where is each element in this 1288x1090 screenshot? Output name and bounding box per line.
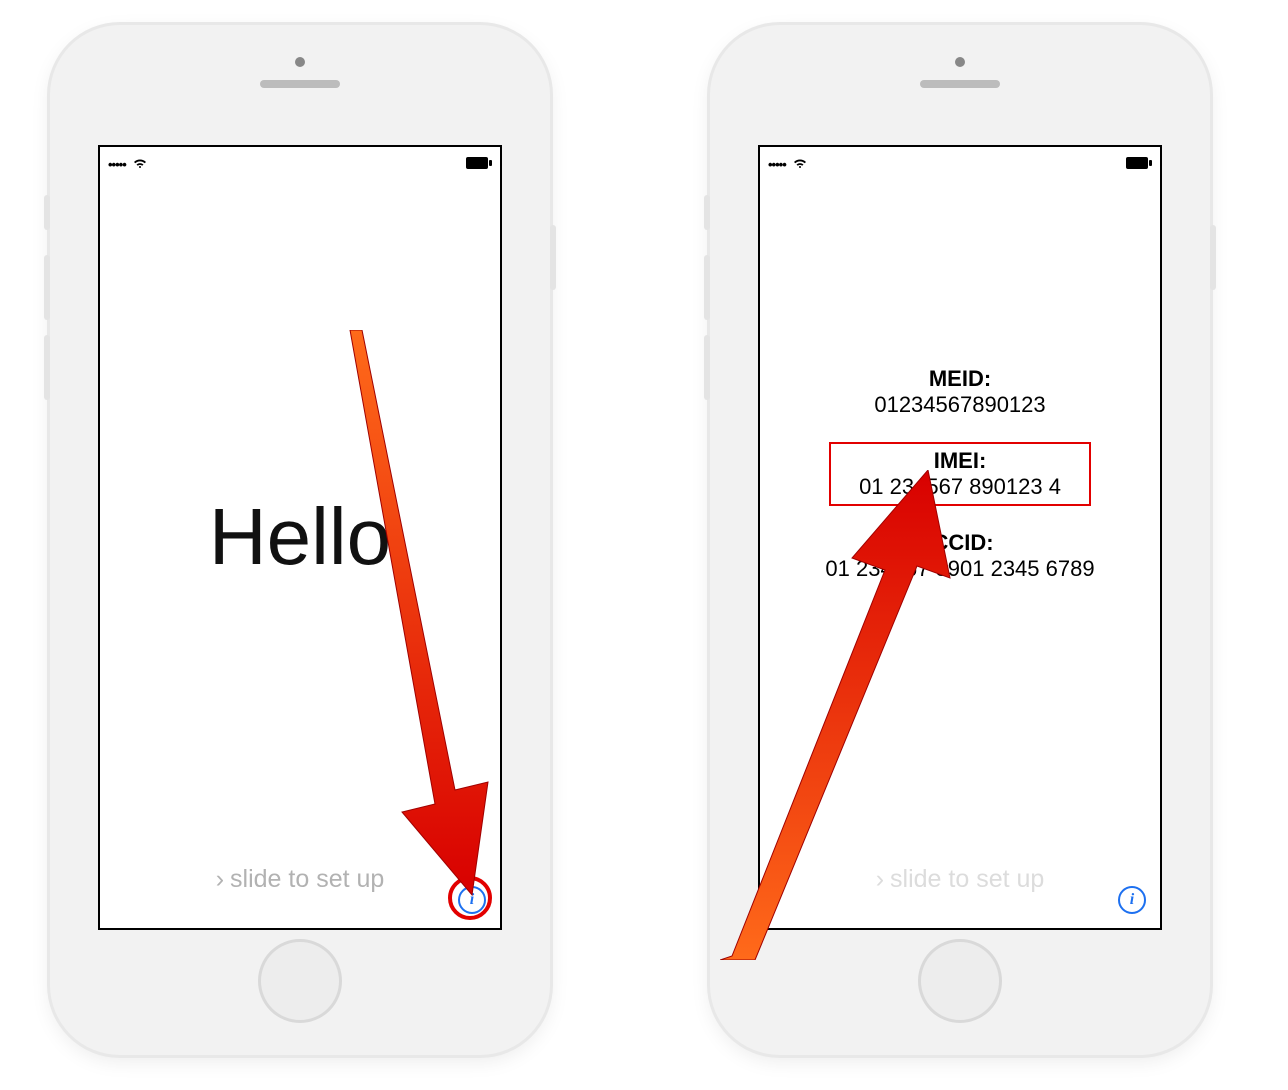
chevron-right-icon: › xyxy=(876,865,884,893)
screen-hello: ••••• Hello ›slide to set up i xyxy=(98,145,502,930)
imei-value: 01 234567 890123 4 xyxy=(859,474,1061,500)
meid-value: 01234567890123 xyxy=(760,392,1160,418)
status-bar: ••••• xyxy=(760,147,1160,177)
iccid-value: 01 234567 8901 2345 6789 xyxy=(760,556,1160,582)
home-button[interactable] xyxy=(918,939,1002,1023)
device-identifiers: MEID: 01234567890123 IMEI: 01 234567 890… xyxy=(760,366,1160,606)
front-camera-icon xyxy=(955,57,965,67)
battery-icon xyxy=(466,157,492,172)
power-button xyxy=(550,225,556,290)
wifi-icon xyxy=(793,157,807,172)
volume-up-button xyxy=(704,255,710,320)
cellular-signal-icon: ••••• xyxy=(768,157,807,172)
iccid-entry: ICCID: 01 234567 8901 2345 6789 xyxy=(760,530,1160,582)
mute-switch xyxy=(704,195,710,230)
battery-icon xyxy=(1126,157,1152,172)
earpiece-speaker xyxy=(260,80,340,88)
imei-label: IMEI: xyxy=(859,448,1061,474)
iphone-mockup-right: ••••• MEID: 01234567890123 xyxy=(710,25,1210,1055)
meid-label: MEID: xyxy=(760,366,1160,392)
power-button xyxy=(1210,225,1216,290)
home-button[interactable] xyxy=(258,939,342,1023)
status-bar: ••••• xyxy=(100,147,500,177)
slide-to-set-up[interactable]: ›slide to set up xyxy=(100,865,500,894)
hello-greeting: Hello xyxy=(100,491,500,583)
chevron-right-icon: › xyxy=(216,865,224,893)
info-icon[interactable]: i xyxy=(458,886,486,914)
info-icon[interactable]: i xyxy=(1118,886,1146,914)
earpiece-speaker xyxy=(920,80,1000,88)
mute-switch xyxy=(44,195,50,230)
iphone-mockup-left: ••••• Hello ›slide to set up i xyxy=(50,25,550,1055)
wifi-icon xyxy=(133,157,147,172)
volume-down-button xyxy=(704,335,710,400)
iccid-label: ICCID: xyxy=(760,530,1160,556)
imei-entry: IMEI: 01 234567 890123 4 xyxy=(760,442,1160,506)
slide-to-set-up[interactable]: ›slide to set up xyxy=(760,865,1160,894)
volume-down-button xyxy=(44,335,50,400)
front-camera-icon xyxy=(295,57,305,67)
cellular-signal-icon: ••••• xyxy=(108,157,147,172)
volume-up-button xyxy=(44,255,50,320)
screen-device-info: ••••• MEID: 01234567890123 xyxy=(758,145,1162,930)
meid-entry: MEID: 01234567890123 xyxy=(760,366,1160,418)
annotation-imei-highlight: IMEI: 01 234567 890123 4 xyxy=(829,442,1091,506)
